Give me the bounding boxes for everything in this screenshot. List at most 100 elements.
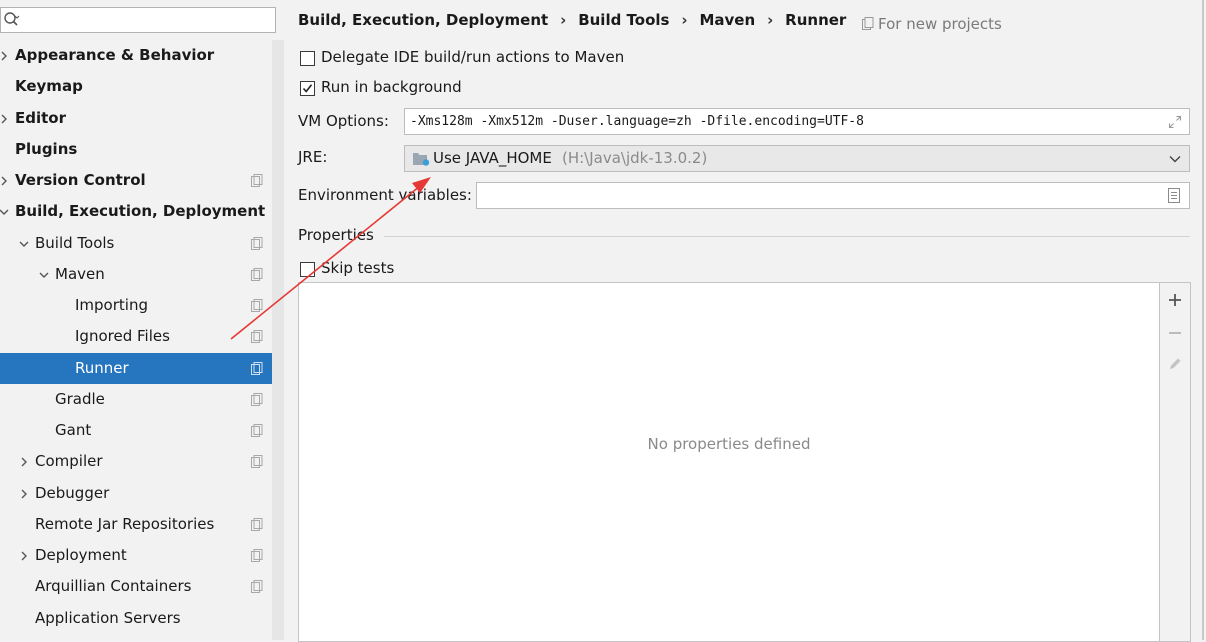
chevron-right-icon[interactable] [0, 176, 9, 186]
skip-tests-checkbox[interactable] [300, 262, 315, 277]
sidebar-item-label: Appearance & Behavior [15, 46, 215, 64]
sidebar-item-version-control[interactable]: Version Control [0, 165, 284, 196]
sidebar-item-deployment[interactable]: Deployment [0, 540, 284, 571]
chevron-down-icon [1169, 156, 1181, 163]
chevron-right-icon[interactable] [0, 51, 9, 61]
settings-search-box[interactable] [0, 7, 276, 33]
breadcrumb: Build, Execution, Deployment › Build Tools… [298, 9, 846, 31]
chevron-right-icon[interactable] [19, 457, 29, 467]
chevron-down-icon[interactable] [39, 270, 49, 280]
sidebar-item-application-servers[interactable]: Application Servers [0, 603, 284, 634]
sidebar-item-label: Build Tools [35, 233, 115, 252]
project-settings-icon [251, 299, 263, 312]
jre-selected-value: Use JAVA_HOME [433, 149, 552, 167]
sidebar-item-label: Importing [75, 296, 148, 314]
add-icon[interactable] [1167, 292, 1183, 308]
sidebar-item-editor[interactable]: Editor [0, 103, 284, 134]
for-new-projects-label: For new projects [862, 13, 1002, 35]
chevron-right-icon[interactable] [19, 551, 29, 561]
sidebar-item-build-execution-deployment[interactable]: Build, Execution, Deployment [0, 196, 284, 227]
chevron-right-icon[interactable] [19, 489, 29, 499]
sidebar-item-keymap[interactable]: Keymap [0, 71, 284, 102]
vm-options-field[interactable]: -Xms128m -Xmx512m -Duser.language=zh -Df… [404, 108, 1190, 135]
env-vars-field[interactable] [476, 182, 1190, 209]
remove-icon[interactable] [1167, 325, 1183, 341]
sidebar-item-gant[interactable]: Gant [0, 415, 284, 446]
project-settings-icon [251, 580, 263, 594]
sidebar-item-plugins[interactable]: Plugins [0, 134, 284, 165]
project-settings-icon [251, 549, 263, 562]
breadcrumb-separator: › [681, 11, 688, 29]
edit-icon[interactable] [1167, 356, 1183, 372]
breadcrumb-item[interactable]: Build Tools [578, 11, 669, 29]
delegate-label: Delegate IDE build/run actions to Maven [321, 48, 625, 66]
sidebar-item-label: Gradle [55, 389, 105, 408]
delegate-checkbox[interactable] [300, 51, 315, 66]
breadcrumb-separator: › [767, 11, 774, 29]
settings-tree-panel: Appearance & Behavior Keymap Editor Plugins… [0, 0, 284, 640]
run-in-background-label: Run in background [321, 78, 462, 96]
vm-options-value: -Xms128m -Xmx512m -Duser.language=zh -Df… [410, 114, 864, 129]
project-settings-icon [251, 424, 263, 437]
project-settings-icon [251, 517, 263, 531]
vm-options-label: VM Options: [298, 112, 389, 130]
runner-settings-panel: Build, Execution, Deployment › Build Tools… [284, 0, 1206, 642]
chevron-down-icon[interactable] [19, 239, 29, 249]
breadcrumb-item[interactable]: Build, Execution, Deployment [298, 11, 548, 29]
project-settings-icon [251, 330, 263, 344]
checkmark-icon [302, 84, 313, 93]
project-settings-icon [862, 17, 874, 30]
sidebar-item-label: Keymap [15, 77, 83, 96]
sidebar-item-debugger[interactable]: Debugger [0, 478, 284, 509]
expand-icon[interactable] [1168, 115, 1182, 129]
sidebar-item-compiler[interactable]: Compiler [0, 446, 284, 477]
sidebar-item-remote-jar-repositories[interactable]: Remote Jar Repositories [0, 509, 284, 540]
settings-search-input[interactable] [23, 11, 269, 29]
properties-toolbar [1160, 282, 1191, 642]
chevron-down-icon[interactable] [0, 207, 9, 217]
sidebar-scrollbar[interactable] [272, 40, 284, 640]
breadcrumb-item: Runner [785, 11, 847, 29]
window-edge [1202, 0, 1204, 640]
env-vars-label: Environment variables: [298, 186, 472, 204]
project-settings-icon [251, 361, 263, 375]
sidebar-item-importing[interactable]: Importing [0, 290, 284, 321]
sidebar-item-arquillian-containers[interactable]: Arquillian Containers [0, 571, 284, 602]
sidebar-item-ignored-files[interactable]: Ignored Files [0, 321, 284, 352]
sidebar-item-runner[interactable]: Runner [0, 352, 284, 384]
jre-dropdown[interactable]: Use JAVA_HOME (H:\Java\jdk-13.0.2) [404, 145, 1190, 172]
sidebar-item-build-tools[interactable]: Build Tools [0, 228, 284, 259]
sidebar-item-maven[interactable]: Maven [0, 259, 284, 290]
sidebar-item-label: Ignored Files [75, 327, 170, 346]
browse-icon[interactable] [1168, 188, 1180, 203]
skip-tests-label: Skip tests [321, 259, 395, 277]
sidebar-item-label: Application Servers [35, 608, 181, 627]
sidebar-item-label: Version Control [15, 171, 146, 189]
run-in-background-checkbox[interactable] [300, 81, 315, 96]
sidebar-item-label: Maven [55, 264, 105, 283]
sidebar-item-label: Arquillian Containers [35, 577, 192, 596]
project-settings-icon [251, 392, 263, 406]
sidebar-item-label: Editor [15, 108, 66, 127]
jdk-folder-icon [413, 153, 430, 166]
jre-label: JRE: [298, 148, 328, 166]
sidebar-item-label: Compiler [35, 452, 103, 471]
sidebar-item-label: Build, Execution, Deployment [15, 202, 266, 221]
breadcrumb-separator: › [560, 11, 567, 29]
sidebar-item-label: Gant [55, 421, 92, 439]
sidebar-item-label: Debugger [35, 483, 110, 502]
sidebar-item-label: Plugins [15, 139, 78, 158]
sidebar-item-label: Runner [75, 358, 129, 377]
search-icon [4, 12, 20, 26]
sidebar-item-gradle[interactable]: Gradle [0, 384, 284, 415]
project-settings-icon [251, 455, 263, 469]
project-settings-icon [251, 267, 263, 281]
for-new-projects-text: For new projects [878, 15, 1002, 33]
project-settings-icon [251, 236, 263, 250]
properties-separator [384, 236, 1190, 237]
chevron-right-icon[interactable] [0, 114, 9, 124]
properties-title: Properties [298, 226, 374, 244]
properties-table[interactable]: No properties defined [298, 282, 1160, 642]
sidebar-item-appearance-behavior[interactable]: Appearance & Behavior [0, 40, 284, 71]
breadcrumb-item[interactable]: Maven [699, 11, 755, 29]
